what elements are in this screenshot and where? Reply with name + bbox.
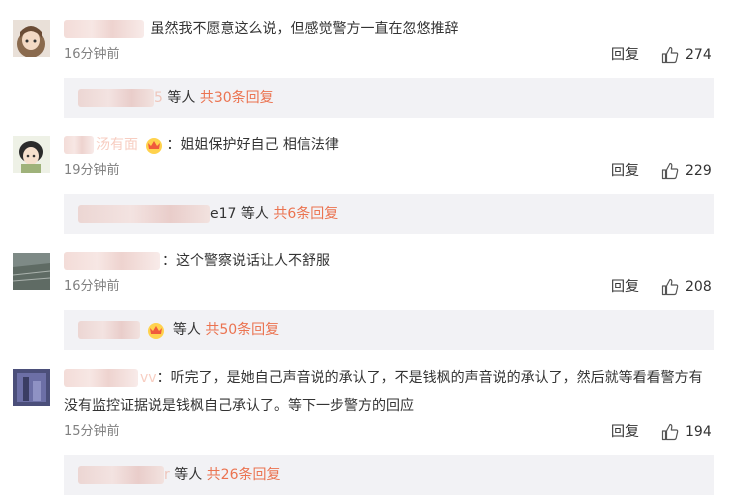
avatar[interactable] <box>13 369 50 406</box>
avatar-image <box>13 369 50 406</box>
reply-summary[interactable]: 等人 共50条回复 <box>64 310 714 350</box>
reply-count-link[interactable]: 共30条回复 <box>200 90 274 106</box>
avatar-image <box>13 136 50 173</box>
like-count: 194 <box>685 424 712 440</box>
comment-text-line: vv：听完了，是她自己声音说的承认了，不是钱枫的声音说的承认了，然后就等看看警方… <box>64 364 715 420</box>
thumbs-up-icon <box>661 162 679 180</box>
comment-time: 19分钟前 <box>64 163 120 178</box>
comment-text: ：姐姐保护好自己 相信法律 <box>166 137 339 153</box>
avatar[interactable] <box>13 20 50 57</box>
reply-count-link[interactable]: 共6条回复 <box>273 206 338 222</box>
vip-crown-icon <box>146 320 166 340</box>
avatar-image <box>13 20 50 57</box>
username-suffix[interactable]: 汤有面 <box>96 137 138 153</box>
reply-button[interactable]: 回复 <box>611 160 639 182</box>
reply-summary[interactable]: e17 等人 共6条回复 <box>64 194 714 234</box>
reply-user-suffix: e17 <box>210 206 237 222</box>
thumbs-up-icon <box>661 278 679 296</box>
reply-count-link[interactable]: 共26条回复 <box>207 467 281 483</box>
comment-text-line: ：这个警察说话让人不舒服 <box>64 248 715 274</box>
reply-user-blurred <box>78 205 210 223</box>
reply-button[interactable]: 回复 <box>611 44 639 66</box>
reply-others-text: 等人 <box>240 206 269 222</box>
thumbs-up-icon <box>661 423 679 441</box>
comment-text: 虽然我不愿意这么说，但感觉警方一直在忽悠推辞 <box>150 21 459 37</box>
comment-time: 16分钟前 <box>64 47 120 62</box>
username-suffix[interactable]: vv <box>140 370 157 386</box>
reply-user-suffix: 5 <box>154 90 163 106</box>
avatar[interactable] <box>13 136 50 173</box>
comment-meta: 16分钟前 回复 274 <box>64 44 715 66</box>
username-blurred[interactable] <box>64 136 94 154</box>
like-button[interactable]: 194 <box>657 421 715 443</box>
username-blurred[interactable] <box>64 252 160 270</box>
reply-others-text: 等人 <box>174 467 203 483</box>
avatar[interactable] <box>13 253 50 290</box>
comment-time: 15分钟前 <box>64 424 120 439</box>
reply-user-suffix: r <box>164 467 170 483</box>
reply-count-link[interactable]: 共50条回复 <box>205 322 279 338</box>
comment-time: 16分钟前 <box>64 279 120 294</box>
username-blurred[interactable] <box>64 369 138 387</box>
avatar-image <box>13 253 50 290</box>
comment-meta: 15分钟前 回复 194 <box>64 421 715 443</box>
like-button[interactable]: 208 <box>657 276 715 298</box>
comment-text: ：这个警察说话让人不舒服 <box>162 253 330 269</box>
like-count: 208 <box>685 279 712 295</box>
comment-text-line: 虽然我不愿意这么说，但感觉警方一直在忽悠推辞 <box>64 16 715 42</box>
reply-summary[interactable]: 5 等人 共30条回复 <box>64 78 714 118</box>
comment-text: ：听完了，是她自己声音说的承认了，不是钱枫的声音说的承认了，然后就等看看警方有没… <box>64 370 703 414</box>
comment-text-line: 汤有面 ：姐姐保护好自己 相信法律 <box>64 132 715 158</box>
reply-others-text: 等人 <box>167 90 196 106</box>
like-count: 229 <box>685 163 712 179</box>
like-button[interactable]: 229 <box>657 160 715 182</box>
like-button[interactable]: 274 <box>657 44 715 66</box>
username-blurred[interactable] <box>64 20 144 38</box>
comment-meta: 16分钟前 回复 208 <box>64 276 715 298</box>
reply-user-blurred <box>78 321 140 339</box>
reply-user-blurred <box>78 466 164 484</box>
comment-meta: 19分钟前 回复 229 <box>64 160 715 182</box>
reply-button[interactable]: 回复 <box>611 421 639 443</box>
reply-button[interactable]: 回复 <box>611 276 639 298</box>
like-count: 274 <box>685 47 712 63</box>
reply-summary[interactable]: r 等人 共26条回复 <box>64 455 714 495</box>
thumbs-up-icon <box>661 46 679 64</box>
vip-crown-icon <box>144 135 164 155</box>
reply-others-text: 等人 <box>172 322 201 338</box>
reply-user-blurred <box>78 89 154 107</box>
